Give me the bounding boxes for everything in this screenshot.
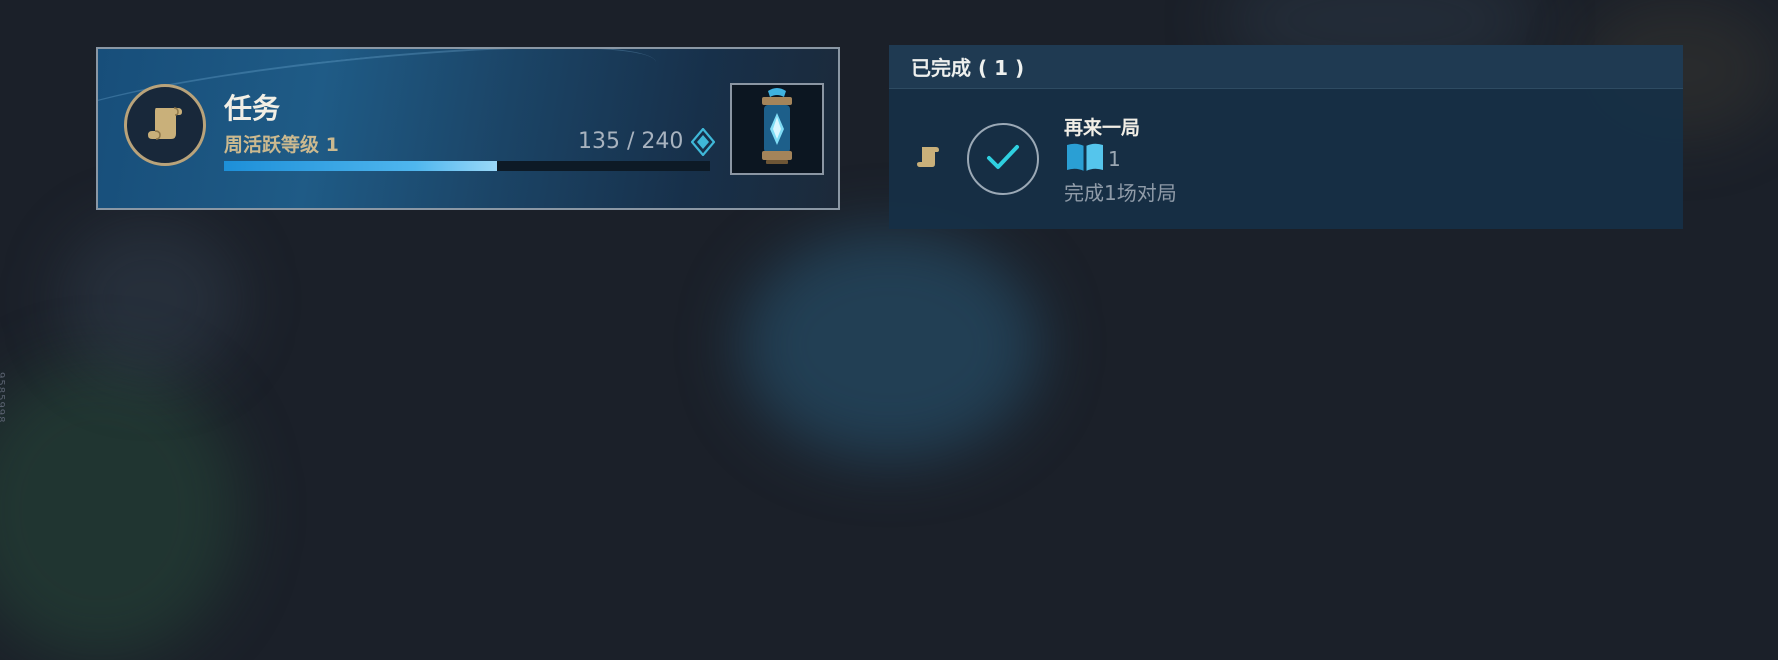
completed-status-badge bbox=[967, 123, 1039, 195]
task-reward: 1 bbox=[1064, 141, 1121, 177]
quest-title: 任务 bbox=[224, 92, 281, 125]
completed-header: 已完成 ( 1 ) bbox=[889, 45, 1683, 89]
background-glow bbox=[60, 220, 240, 380]
progress-bar bbox=[224, 161, 710, 171]
reward-count: 1 bbox=[1108, 147, 1121, 171]
reward-item[interactable] bbox=[730, 83, 824, 175]
weekly-level-label: 周活跃等级 1 bbox=[224, 134, 339, 156]
book-icon bbox=[1064, 141, 1106, 177]
quest-icon-badge bbox=[124, 84, 206, 166]
side-code-text: 9585998 bbox=[0, 372, 6, 424]
quest-card[interactable]: 任务 周活跃等级 1 135 / 240 bbox=[96, 47, 840, 210]
background-glow bbox=[0, 360, 240, 660]
completed-panel: 已完成 ( 1 ) 再来一局 1 完成1场对局 bbox=[889, 45, 1683, 229]
checkmark-icon bbox=[986, 143, 1020, 175]
background-glow bbox=[740, 230, 1040, 460]
task-title: 再来一局 bbox=[1064, 117, 1141, 139]
progress-text: 135 / 240 bbox=[578, 129, 684, 154]
scroll-icon bbox=[915, 145, 941, 173]
progress-bar-fill bbox=[224, 161, 498, 171]
crystal-capsule-icon bbox=[754, 87, 800, 171]
task-description: 完成1场对局 bbox=[1064, 181, 1177, 205]
diamond-token-icon bbox=[690, 127, 716, 160]
scroll-icon bbox=[144, 104, 186, 146]
